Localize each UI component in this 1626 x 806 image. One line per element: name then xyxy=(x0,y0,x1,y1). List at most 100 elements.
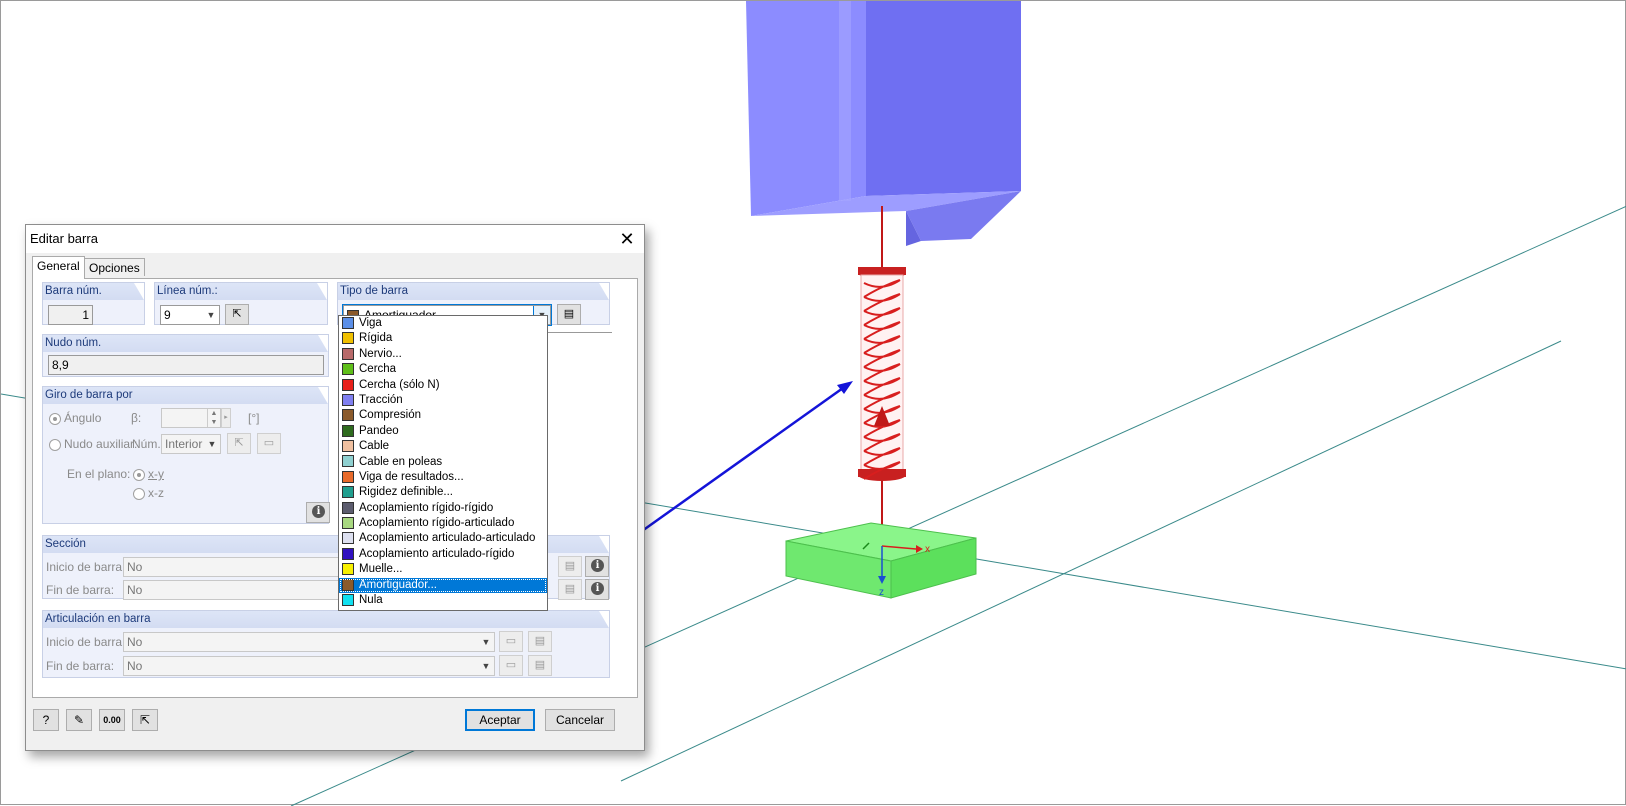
member-type-dropdown: Viga Rígida Nervio... Cercha Cercha (sólo N)… xyxy=(338,315,548,611)
edit-type-icon: ▤ xyxy=(564,583,576,595)
3d-viewport[interactable]: x z Editar barra ✕ General Opciones Barr… xyxy=(0,0,1626,806)
dropdown-item-label: Acoplamiento rígido-articulado xyxy=(359,517,515,530)
dropdown-item[interactable]: Cercha (sólo N) xyxy=(339,378,547,393)
type-color-swatch xyxy=(342,594,354,606)
rotation-group: Giro de barra por Ángulo β: ▲ ▼ ▸ [°] Nud… xyxy=(42,386,330,524)
type-color-swatch xyxy=(342,532,354,545)
dropdown-item[interactable]: Rígida xyxy=(339,331,547,346)
dropdown-item[interactable]: Acoplamiento rígido-articulado xyxy=(339,516,547,531)
help-icon: ? xyxy=(42,713,50,727)
spin-icon: ▲ ▼ xyxy=(207,409,220,427)
dropdown-item[interactable]: Viga de resultados... xyxy=(339,470,547,485)
pick-button[interactable]: ⇱ xyxy=(132,709,158,731)
axis-z-label: z xyxy=(879,587,884,598)
tab-general[interactable]: General xyxy=(32,256,85,279)
section-start-combo[interactable]: No xyxy=(123,557,343,577)
hinge-end-edit-button[interactable]: ▤ xyxy=(528,655,552,676)
dropdown-item[interactable]: Compresión xyxy=(339,408,547,423)
help-button[interactable]: ? xyxy=(33,709,59,731)
info-icon[interactable] xyxy=(585,579,609,600)
beta-input[interactable]: ▲ ▼ xyxy=(161,408,221,428)
beta-label: β: xyxy=(131,411,142,425)
edit-type-icon: ▤ xyxy=(564,560,576,572)
type-color-swatch xyxy=(342,455,354,468)
dropdown-item[interactable]: Muelle... xyxy=(339,562,547,577)
dialog-title: Editar barra xyxy=(30,231,98,246)
hinge-end-new-button[interactable]: ▭ xyxy=(499,655,523,676)
dialog-titlebar: Editar barra ✕ xyxy=(26,225,644,253)
pick-line-button[interactable]: ⇱ xyxy=(225,304,249,325)
hinge-start-combo[interactable]: No ▼ xyxy=(123,632,495,652)
cancel-button[interactable]: Cancelar xyxy=(545,709,615,731)
dropdown-item-label: Nervio... xyxy=(359,347,402,360)
pick-icon: ⇱ xyxy=(139,713,151,727)
new-node-button[interactable]: ▭ xyxy=(257,433,281,454)
section-end-edit-button[interactable]: ▤ xyxy=(558,579,582,600)
plane-xy-label: x-y xyxy=(148,467,164,481)
dropdown-item-label: Acoplamiento rígido-rígido xyxy=(359,501,494,514)
plane-xz-radio[interactable] xyxy=(133,488,145,500)
dropdown-item-label: Pandeo xyxy=(359,424,399,437)
hinge-end-value: No xyxy=(127,659,143,673)
hinge-start-label: Inicio de barra: xyxy=(46,635,126,649)
units-icon: 0.00 xyxy=(103,715,121,725)
dropdown-item-label: Acoplamiento articulado-articulado xyxy=(359,532,536,545)
ok-button[interactable]: Aceptar xyxy=(465,709,535,731)
section-end-combo[interactable]: No xyxy=(123,580,343,600)
plane-xy-radio[interactable] xyxy=(133,469,145,481)
type-color-swatch xyxy=(342,563,354,576)
dropdown-item[interactable]: Pandeo xyxy=(339,424,547,439)
helper-node-radio[interactable] xyxy=(49,439,61,451)
dropdown-item[interactable]: Cable xyxy=(339,439,547,454)
node-no-field[interactable]: 8,9 xyxy=(48,355,324,375)
hinge-group: Articulación en barra Inicio de barra: N… xyxy=(42,610,610,678)
grid-line xyxy=(620,340,1562,782)
hinge-start-edit-button[interactable]: ▤ xyxy=(528,631,552,652)
damper-member xyxy=(858,206,906,546)
dropdown-item-label: Muelle... xyxy=(359,563,403,576)
dropdown-item-label: Nula xyxy=(359,594,383,607)
dropdown-item-label: Rigidez definible... xyxy=(359,486,453,499)
dropdown-item-label: Viga de resultados... xyxy=(359,470,464,483)
edit-type-icon: ▤ xyxy=(534,659,546,671)
type-color-swatch xyxy=(342,332,354,345)
dropdown-item-label: Compresión xyxy=(359,409,421,422)
dropdown-item[interactable]: Cable en poleas xyxy=(339,455,547,470)
helper-node-combo[interactable]: Interior ▼ xyxy=(161,434,221,454)
hinge-start-new-button[interactable]: ▭ xyxy=(499,631,523,652)
dropdown-item[interactable]: Acoplamiento articulado-rígido xyxy=(339,547,547,562)
dropdown-item[interactable]: Nervio... xyxy=(339,347,547,362)
member-no-field[interactable]: 1 xyxy=(48,305,93,325)
pick-node-button[interactable]: ⇱ xyxy=(227,433,251,454)
edit-button[interactable]: ✎ xyxy=(66,709,92,731)
type-color-swatch xyxy=(342,424,354,437)
dropdown-item[interactable]: Acoplamiento articulado-articulado xyxy=(339,531,547,546)
dropdown-item[interactable]: Cercha xyxy=(339,362,547,377)
dropdown-item[interactable]: Viga xyxy=(339,316,547,331)
dropdown-item[interactable]: Acoplamiento rígido-rígido xyxy=(339,501,547,516)
dropdown-item-label: Cercha xyxy=(359,363,397,376)
rotation-header: Giro de barra por xyxy=(45,389,133,401)
info-icon[interactable] xyxy=(585,556,609,577)
dropdown-item[interactable]: Tracción xyxy=(339,393,547,408)
units-button[interactable]: 0.00 xyxy=(99,709,125,731)
dropdown-item[interactable]: Rigidez definible... xyxy=(339,485,547,500)
section-end-label: Fin de barra: xyxy=(46,583,115,597)
beta-menu-button[interactable]: ▸ xyxy=(221,408,231,428)
divider xyxy=(548,332,612,333)
dropdown-item[interactable]: Nula xyxy=(339,593,547,608)
tab-options[interactable]: Opciones xyxy=(84,258,145,276)
close-icon[interactable]: ✕ xyxy=(610,225,644,253)
line-no-value: 9 xyxy=(164,308,171,322)
info-icon[interactable] xyxy=(306,502,330,523)
section-start-edit-button[interactable]: ▤ xyxy=(558,556,582,577)
hinge-end-combo[interactable]: No ▼ xyxy=(123,656,495,676)
line-no-combo[interactable]: 9 ▼ xyxy=(160,305,220,325)
angle-radio[interactable] xyxy=(49,413,61,425)
dropdown-item[interactable]: Amortiguador... xyxy=(339,577,547,594)
type-color-swatch xyxy=(342,393,354,406)
dropdown-item-label: Cercha (sólo N) xyxy=(359,378,440,391)
new-member-type-button[interactable]: ▤ xyxy=(557,304,581,325)
type-color-swatch xyxy=(342,378,354,391)
type-color-swatch xyxy=(342,470,354,483)
